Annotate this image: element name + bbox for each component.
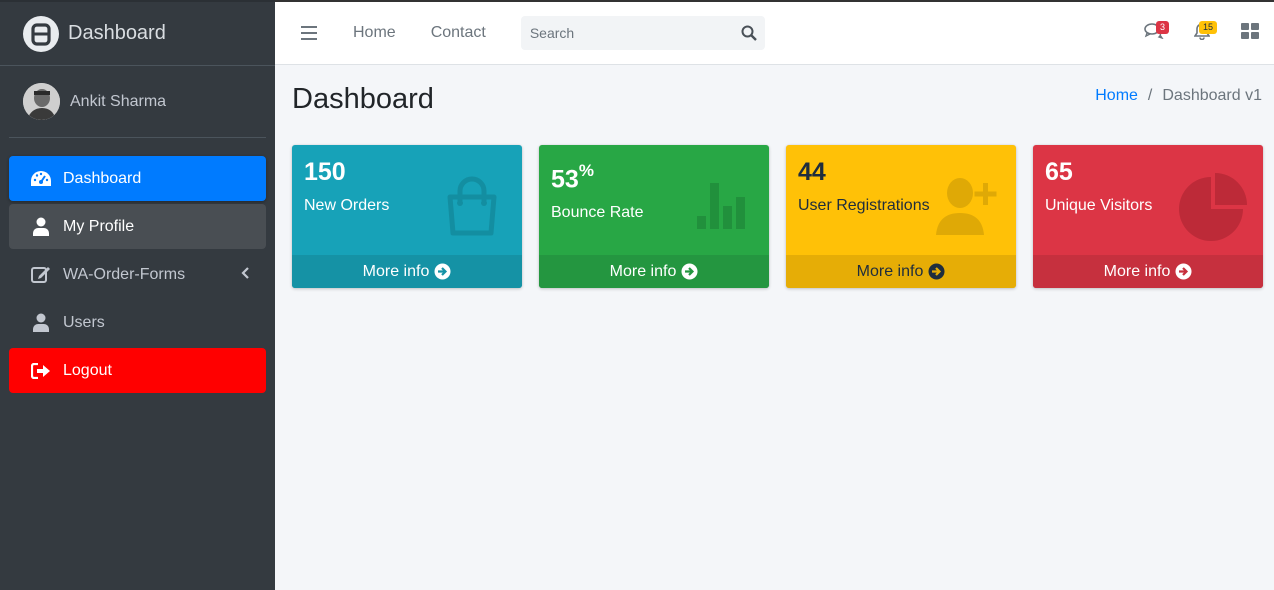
brand-logo xyxy=(23,15,59,52)
tachometer-icon xyxy=(30,169,52,189)
avatar xyxy=(23,83,60,120)
breadcrumb-current: Dashboard v1 xyxy=(1162,87,1262,104)
pie-chart-icon xyxy=(1177,169,1249,241)
more-info-label: More info xyxy=(1103,262,1171,280)
menu-toggle-icon[interactable] xyxy=(301,26,317,40)
nav-link-home[interactable]: Home xyxy=(353,24,396,42)
edit-icon xyxy=(30,265,52,285)
stat-box-user-registrations: 44 User Registrations More info xyxy=(786,145,1016,288)
sidebar-item-users[interactable]: Users xyxy=(9,300,266,345)
more-info-link[interactable]: More info xyxy=(539,255,769,288)
user-panel[interactable]: Ankit Sharma xyxy=(9,66,266,138)
brand-title: Dashboard xyxy=(68,22,166,44)
notifications-badge: 15 xyxy=(1198,20,1217,34)
arrow-circle-right-icon xyxy=(928,263,945,280)
stat-box-unique-visitors: 65 Unique Visitors More info xyxy=(1033,145,1263,288)
chevron-left-icon xyxy=(241,266,249,284)
breadcrumb: Home / Dashboard v1 xyxy=(1095,87,1262,105)
messages-dropdown[interactable]: 3 xyxy=(1130,14,1178,54)
messages-badge: 3 xyxy=(1155,20,1169,34)
arrow-circle-right-icon xyxy=(434,263,451,280)
top-navbar: Home Contact 3 15 xyxy=(275,0,1274,65)
stat-box-new-orders: 150 New Orders More info xyxy=(292,145,522,288)
sign-out-icon xyxy=(30,361,52,381)
arrow-circle-right-icon xyxy=(1175,263,1192,280)
sidebar: Dashboard Ankit Sharma Dashboard My Prof… xyxy=(0,0,275,590)
stat-boxes: 150 New Orders More info 53% Bounce Rate xyxy=(292,145,1263,288)
user-plus-icon xyxy=(930,169,1002,241)
sidebar-item-logout[interactable]: Logout xyxy=(9,348,266,393)
sidebar-item-wa-order-forms[interactable]: WA-Order-Forms xyxy=(9,252,266,297)
stat-suffix: % xyxy=(578,161,594,180)
navbar-right: 3 15 xyxy=(1130,2,1274,65)
arrow-circle-right-icon xyxy=(681,263,698,280)
more-info-label: More info xyxy=(609,262,677,280)
user-icon xyxy=(30,313,52,333)
sidebar-item-my-profile[interactable]: My Profile xyxy=(9,204,266,249)
search-icon[interactable] xyxy=(733,16,765,50)
page-title: Dashboard xyxy=(292,83,434,115)
more-info-label: More info xyxy=(856,262,924,280)
sidebar-item-dashboard[interactable]: Dashboard xyxy=(9,156,266,201)
control-sidebar-toggle[interactable] xyxy=(1226,14,1274,54)
more-info-link[interactable]: More info xyxy=(786,255,1016,288)
search-input[interactable] xyxy=(520,25,733,41)
nav-link-contact[interactable]: Contact xyxy=(431,24,486,42)
breadcrumb-separator: / xyxy=(1147,87,1153,104)
sidebar-item-label: My Profile xyxy=(63,217,135,235)
brand-link[interactable]: Dashboard xyxy=(0,2,275,66)
more-info-link[interactable]: More info xyxy=(1033,255,1263,288)
th-large-icon xyxy=(1241,23,1259,44)
user-icon xyxy=(30,217,52,237)
shopping-bag-icon xyxy=(436,169,508,241)
content-wrapper: Dashboard Home / Dashboard v1 150 New Or… xyxy=(275,65,1274,590)
stat-box-bounce-rate: 53% Bounce Rate More info xyxy=(539,145,769,288)
search-form xyxy=(520,16,765,50)
sidebar-nav: Dashboard My Profile WA-Order-Forms User… xyxy=(0,138,275,393)
sidebar-item-label: WA-Order-Forms xyxy=(63,265,186,283)
more-info-link[interactable]: More info xyxy=(292,255,522,288)
breadcrumb-home[interactable]: Home xyxy=(1095,87,1138,105)
user-name: Ankit Sharma xyxy=(70,92,167,110)
sidebar-item-label: Users xyxy=(63,313,105,331)
more-info-label: More info xyxy=(362,262,430,280)
sidebar-item-label: Dashboard xyxy=(63,169,142,187)
sidebar-item-label: Logout xyxy=(63,361,112,379)
notifications-dropdown[interactable]: 15 xyxy=(1178,14,1226,54)
bar-chart-icon xyxy=(683,169,755,241)
